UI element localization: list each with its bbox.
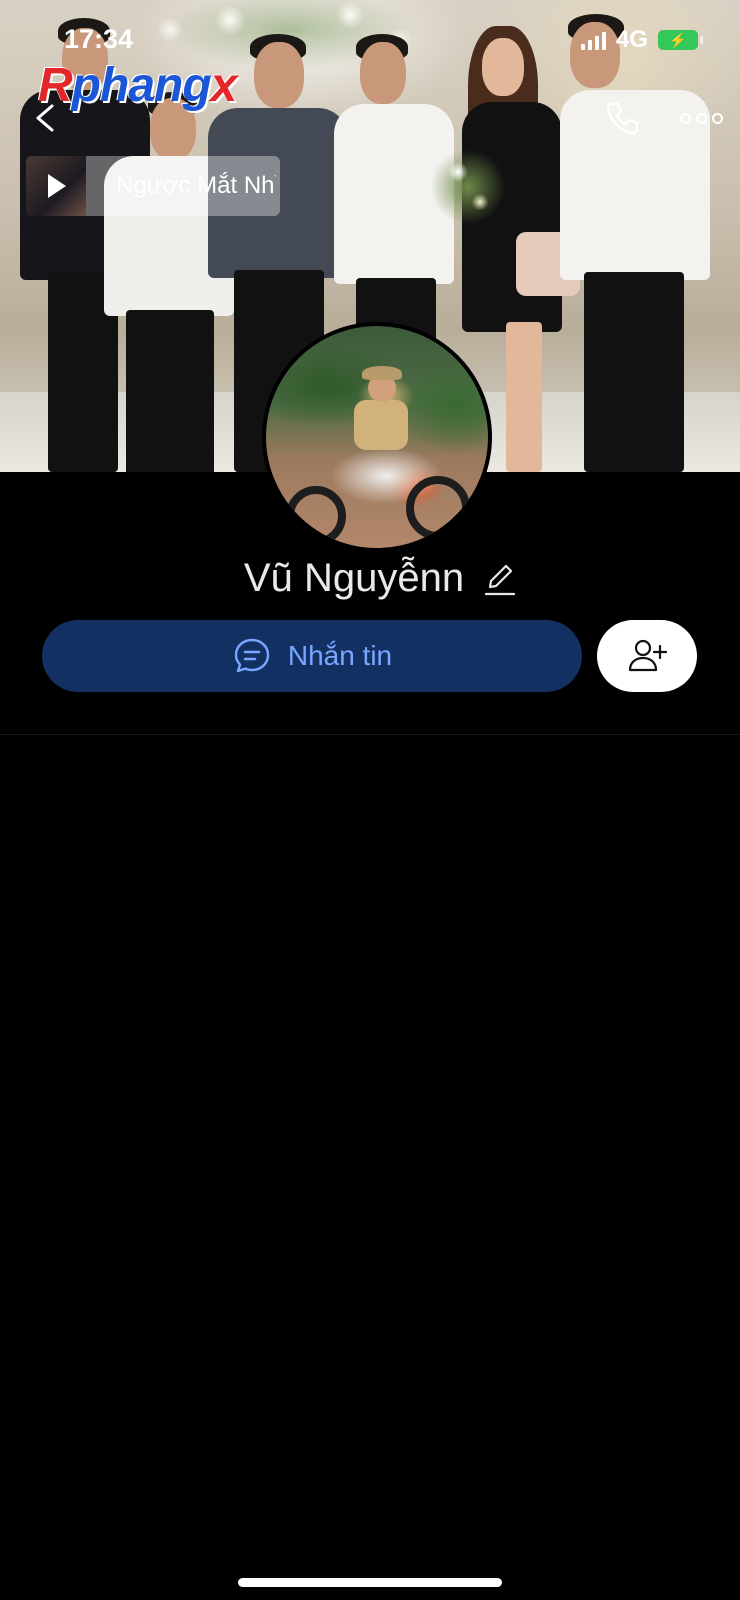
more-button[interactable]	[680, 106, 724, 130]
message-button-label: Nhắn tin	[287, 640, 393, 671]
watermark-logo: Rphangx	[38, 59, 237, 112]
more-dot	[680, 112, 691, 124]
signal-icon	[580, 30, 606, 50]
back-button[interactable]	[28, 98, 64, 138]
section-divider	[0, 734, 740, 735]
network-type: 4G	[615, 26, 648, 53]
chevron-left-icon	[36, 104, 54, 132]
phone-icon	[606, 102, 639, 135]
add-user-icon	[628, 639, 668, 672]
person-6	[560, 10, 720, 472]
call-button[interactable]	[602, 98, 642, 138]
more-dot	[696, 112, 707, 124]
more-dot	[712, 112, 723, 124]
edit-name-button[interactable]	[482, 559, 516, 599]
profile-name: Vũ Nguyễnn	[243, 556, 465, 600]
pencil-icon	[484, 564, 516, 595]
music-title: Ngược Mắt Nhìn	[116, 172, 276, 199]
chat-bubble-icon	[234, 638, 270, 673]
profile-name-row: Vũ Nguyễnn	[0, 556, 740, 601]
add-friend-button[interactable]	[597, 620, 697, 692]
avatar[interactable]	[262, 322, 492, 552]
status-indicators: 4G ⚡	[580, 26, 703, 54]
profile-music[interactable]: Ngược Mắt Nhìn	[26, 156, 280, 216]
battery-icon: ⚡	[658, 30, 703, 50]
play-icon[interactable]	[48, 174, 66, 198]
status-time: 17:34	[64, 24, 134, 54]
music-thumbnail	[26, 156, 86, 216]
home-indicator[interactable]	[238, 1578, 502, 1587]
message-button[interactable]: Nhắn tin	[42, 620, 582, 692]
